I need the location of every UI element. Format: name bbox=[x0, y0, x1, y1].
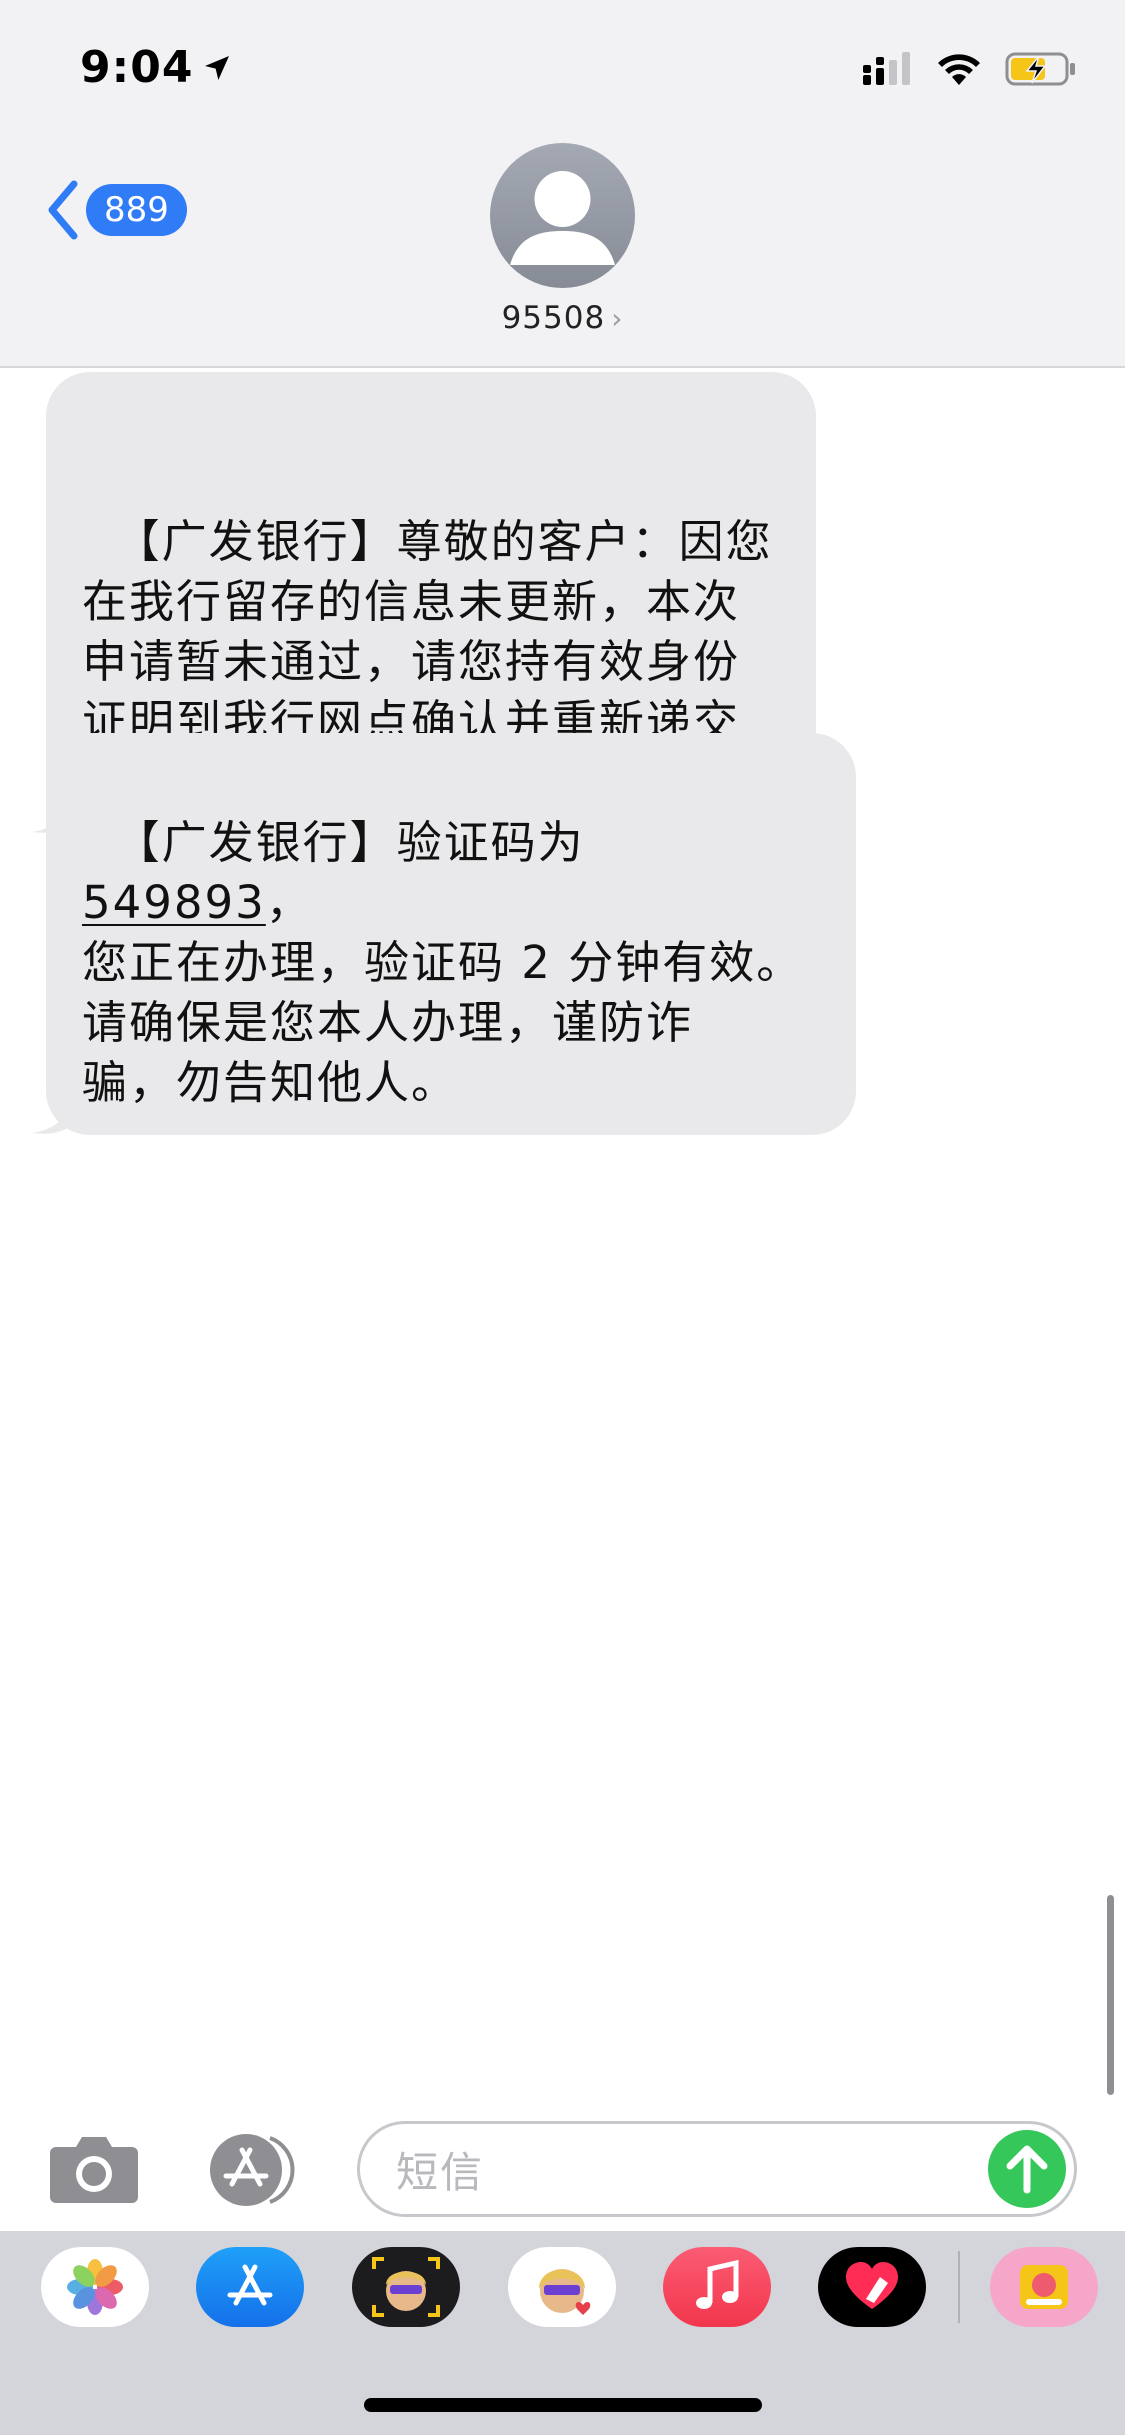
status-indicators bbox=[861, 50, 1077, 88]
digital-touch-app-button[interactable] bbox=[818, 2247, 926, 2327]
location-arrow-icon bbox=[205, 55, 230, 80]
status-time-text: 9:04 bbox=[80, 42, 194, 93]
contact-name: 95508 bbox=[501, 300, 606, 336]
music-app-button[interactable] bbox=[663, 2247, 771, 2327]
sticker-app-button[interactable] bbox=[990, 2247, 1098, 2327]
bubble-tail bbox=[32, 1099, 70, 1134]
send-button[interactable] bbox=[988, 2130, 1066, 2208]
memoji-stickers-app-button[interactable] bbox=[508, 2247, 616, 2327]
scrollbar[interactable] bbox=[1107, 1895, 1114, 2095]
person-silhouette-icon bbox=[510, 171, 615, 265]
contact-chevron: › bbox=[611, 302, 624, 335]
drawer-divider bbox=[958, 2251, 960, 2323]
heart-hand-icon bbox=[846, 2262, 898, 2309]
app-store-a-icon bbox=[227, 2264, 273, 2306]
app-store-app-button[interactable] bbox=[196, 2247, 304, 2327]
cellular-signal-icon bbox=[863, 52, 910, 85]
sticker-pack-icon bbox=[1020, 2265, 1068, 2309]
camera-icon bbox=[50, 2137, 138, 2203]
memoji-camera-icon bbox=[372, 2257, 440, 2317]
contact-avatar[interactable] bbox=[490, 143, 635, 288]
unread-count-badge: 889 bbox=[86, 184, 187, 236]
chevron-left-icon bbox=[48, 180, 78, 240]
app-store-icon bbox=[210, 2134, 295, 2206]
photos-app-button[interactable] bbox=[41, 2247, 149, 2327]
memoji-camera-app-button[interactable] bbox=[352, 2247, 460, 2327]
camera-button[interactable] bbox=[48, 2133, 140, 2209]
wifi-icon bbox=[938, 54, 980, 85]
memoji-stickers-icon bbox=[539, 2269, 591, 2315]
photos-icon bbox=[67, 2259, 123, 2315]
verification-code-link[interactable]: 549893 bbox=[82, 876, 266, 929]
message-text: 【广发银行】验证码为 bbox=[114, 816, 601, 869]
message-input-placeholder: 短信 bbox=[396, 2147, 485, 2197]
status-time: 9:04 bbox=[80, 42, 233, 93]
arrow-up-icon bbox=[1006, 2145, 1048, 2194]
battery-charging-icon bbox=[1005, 52, 1075, 86]
contact-name-button[interactable]: 95508 › bbox=[0, 300, 1125, 336]
music-note-icon bbox=[696, 2259, 739, 2309]
back-button[interactable]: 889 bbox=[46, 180, 187, 240]
message-bubble[interactable]: 【广发银行】验证码为 549893， 您正在办理，验证码 2 分钟有效。 请确保… bbox=[32, 733, 856, 1135]
app-store-button[interactable] bbox=[200, 2132, 308, 2212]
home-indicator[interactable] bbox=[364, 2398, 762, 2412]
conversation-header: 9:04 889 95508 › bbox=[0, 0, 1125, 368]
message-input[interactable]: 短信 bbox=[357, 2121, 1077, 2217]
